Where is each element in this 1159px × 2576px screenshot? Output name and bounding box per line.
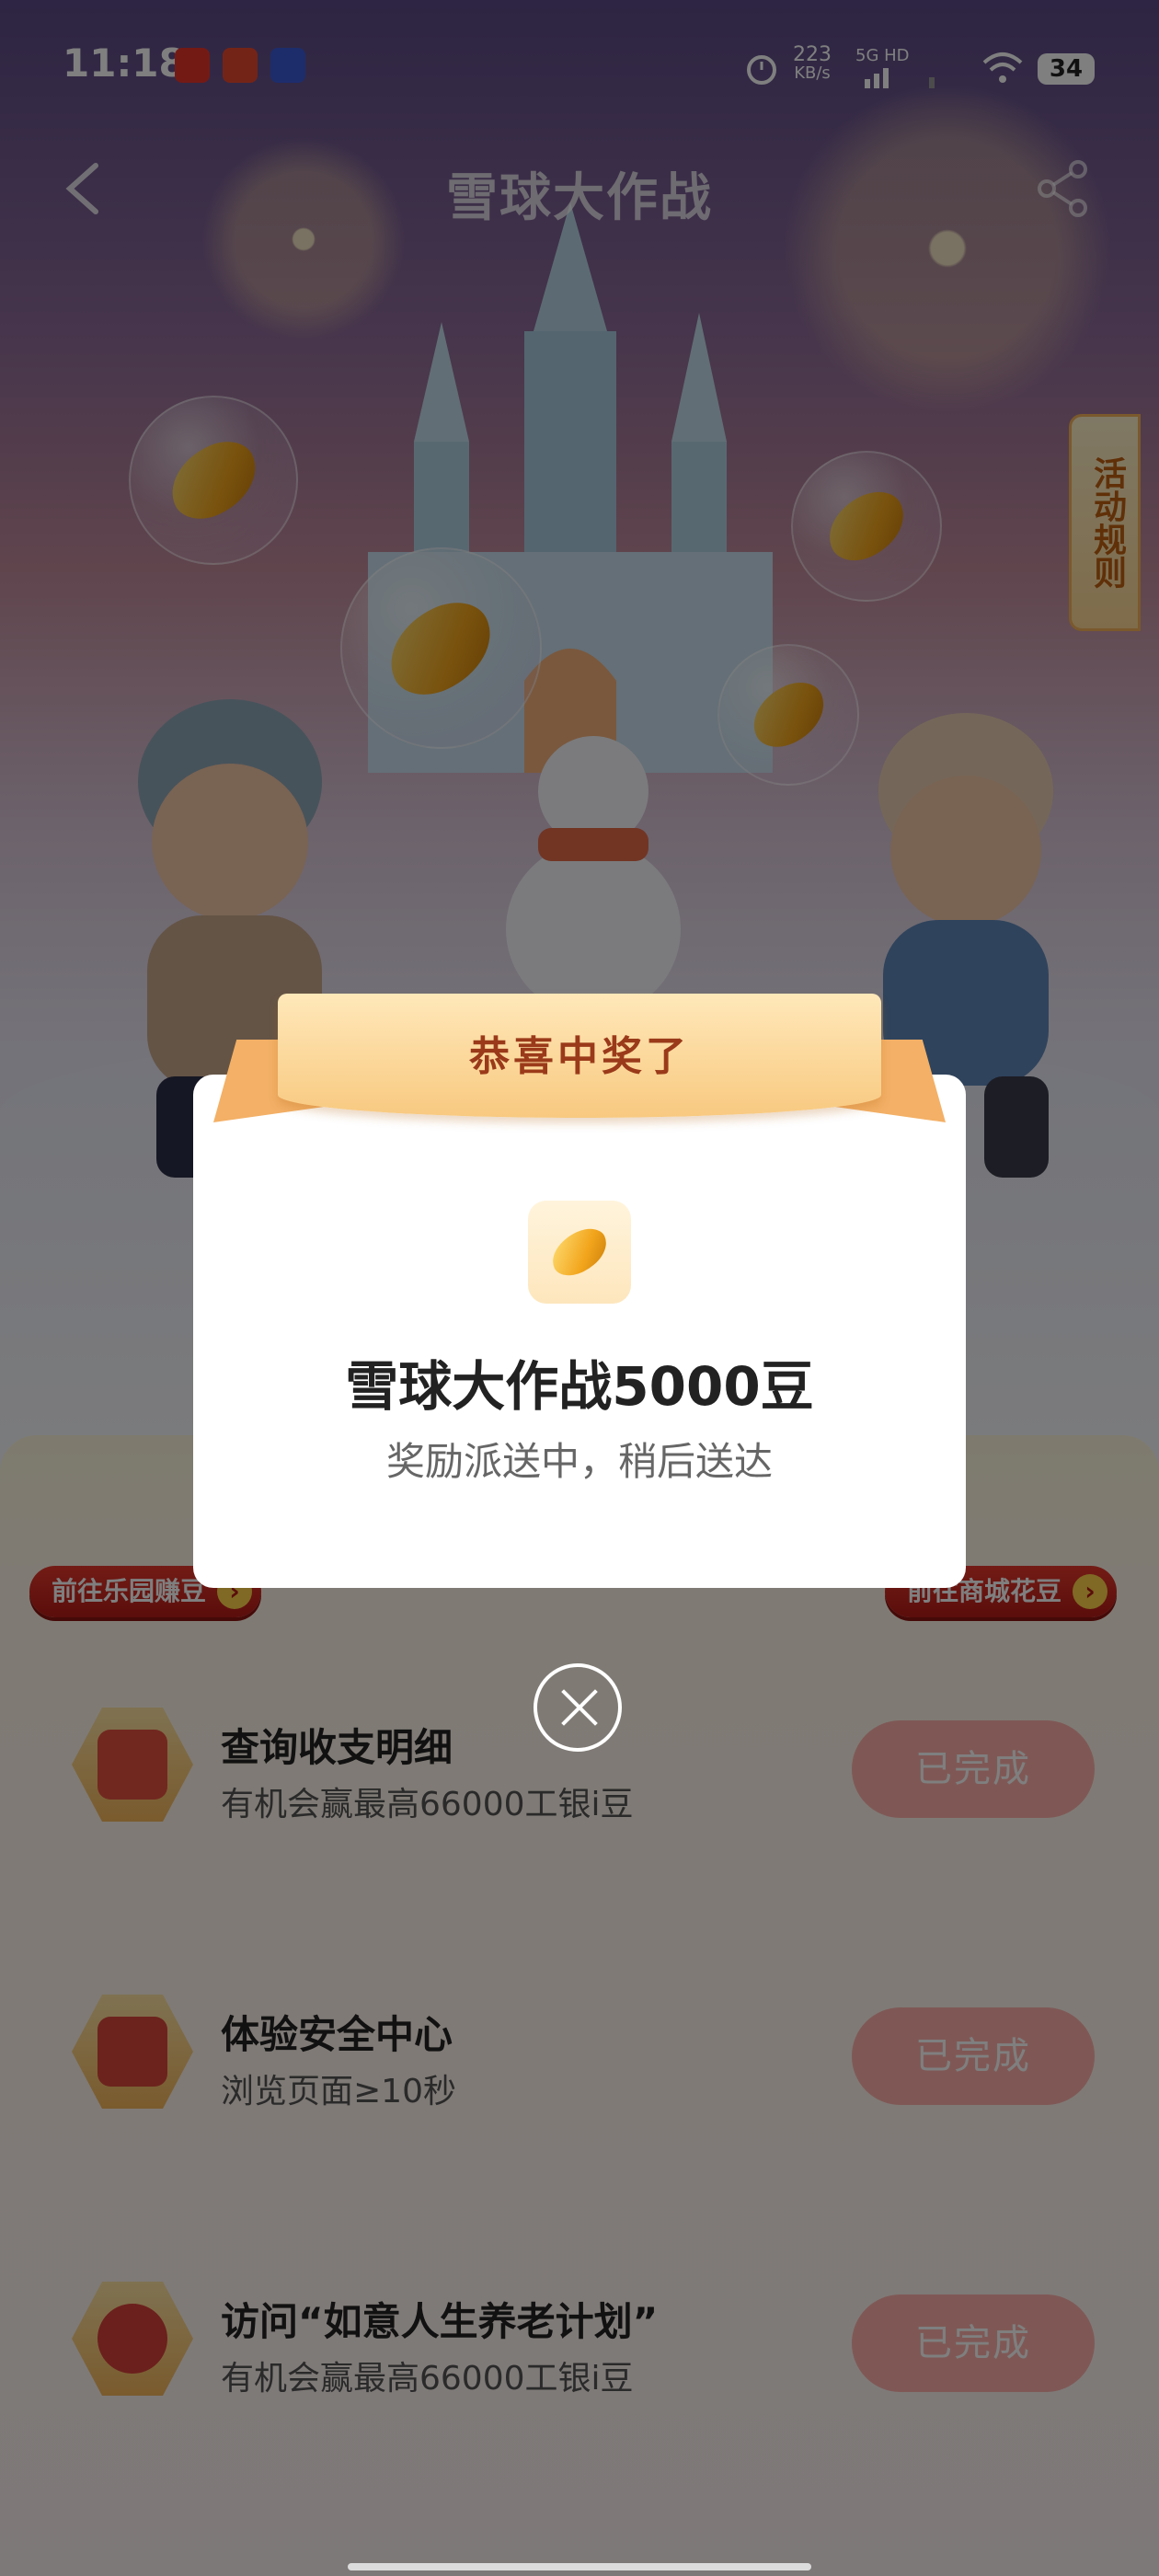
prize-dialog — [193, 1075, 966, 1588]
bean-icon — [528, 1201, 631, 1304]
prize-title: 雪球大作战5000豆 — [345, 1355, 814, 1418]
home-indicator[interactable] — [348, 2563, 811, 2570]
congrats-ribbon: 恭喜中奖了 — [213, 994, 946, 1150]
prize-note: 奖励派送中，稍后送达 — [385, 1439, 773, 1484]
close-icon[interactable] — [534, 1663, 622, 1752]
congrats-title: 恭喜中奖了 — [469, 1033, 690, 1080]
